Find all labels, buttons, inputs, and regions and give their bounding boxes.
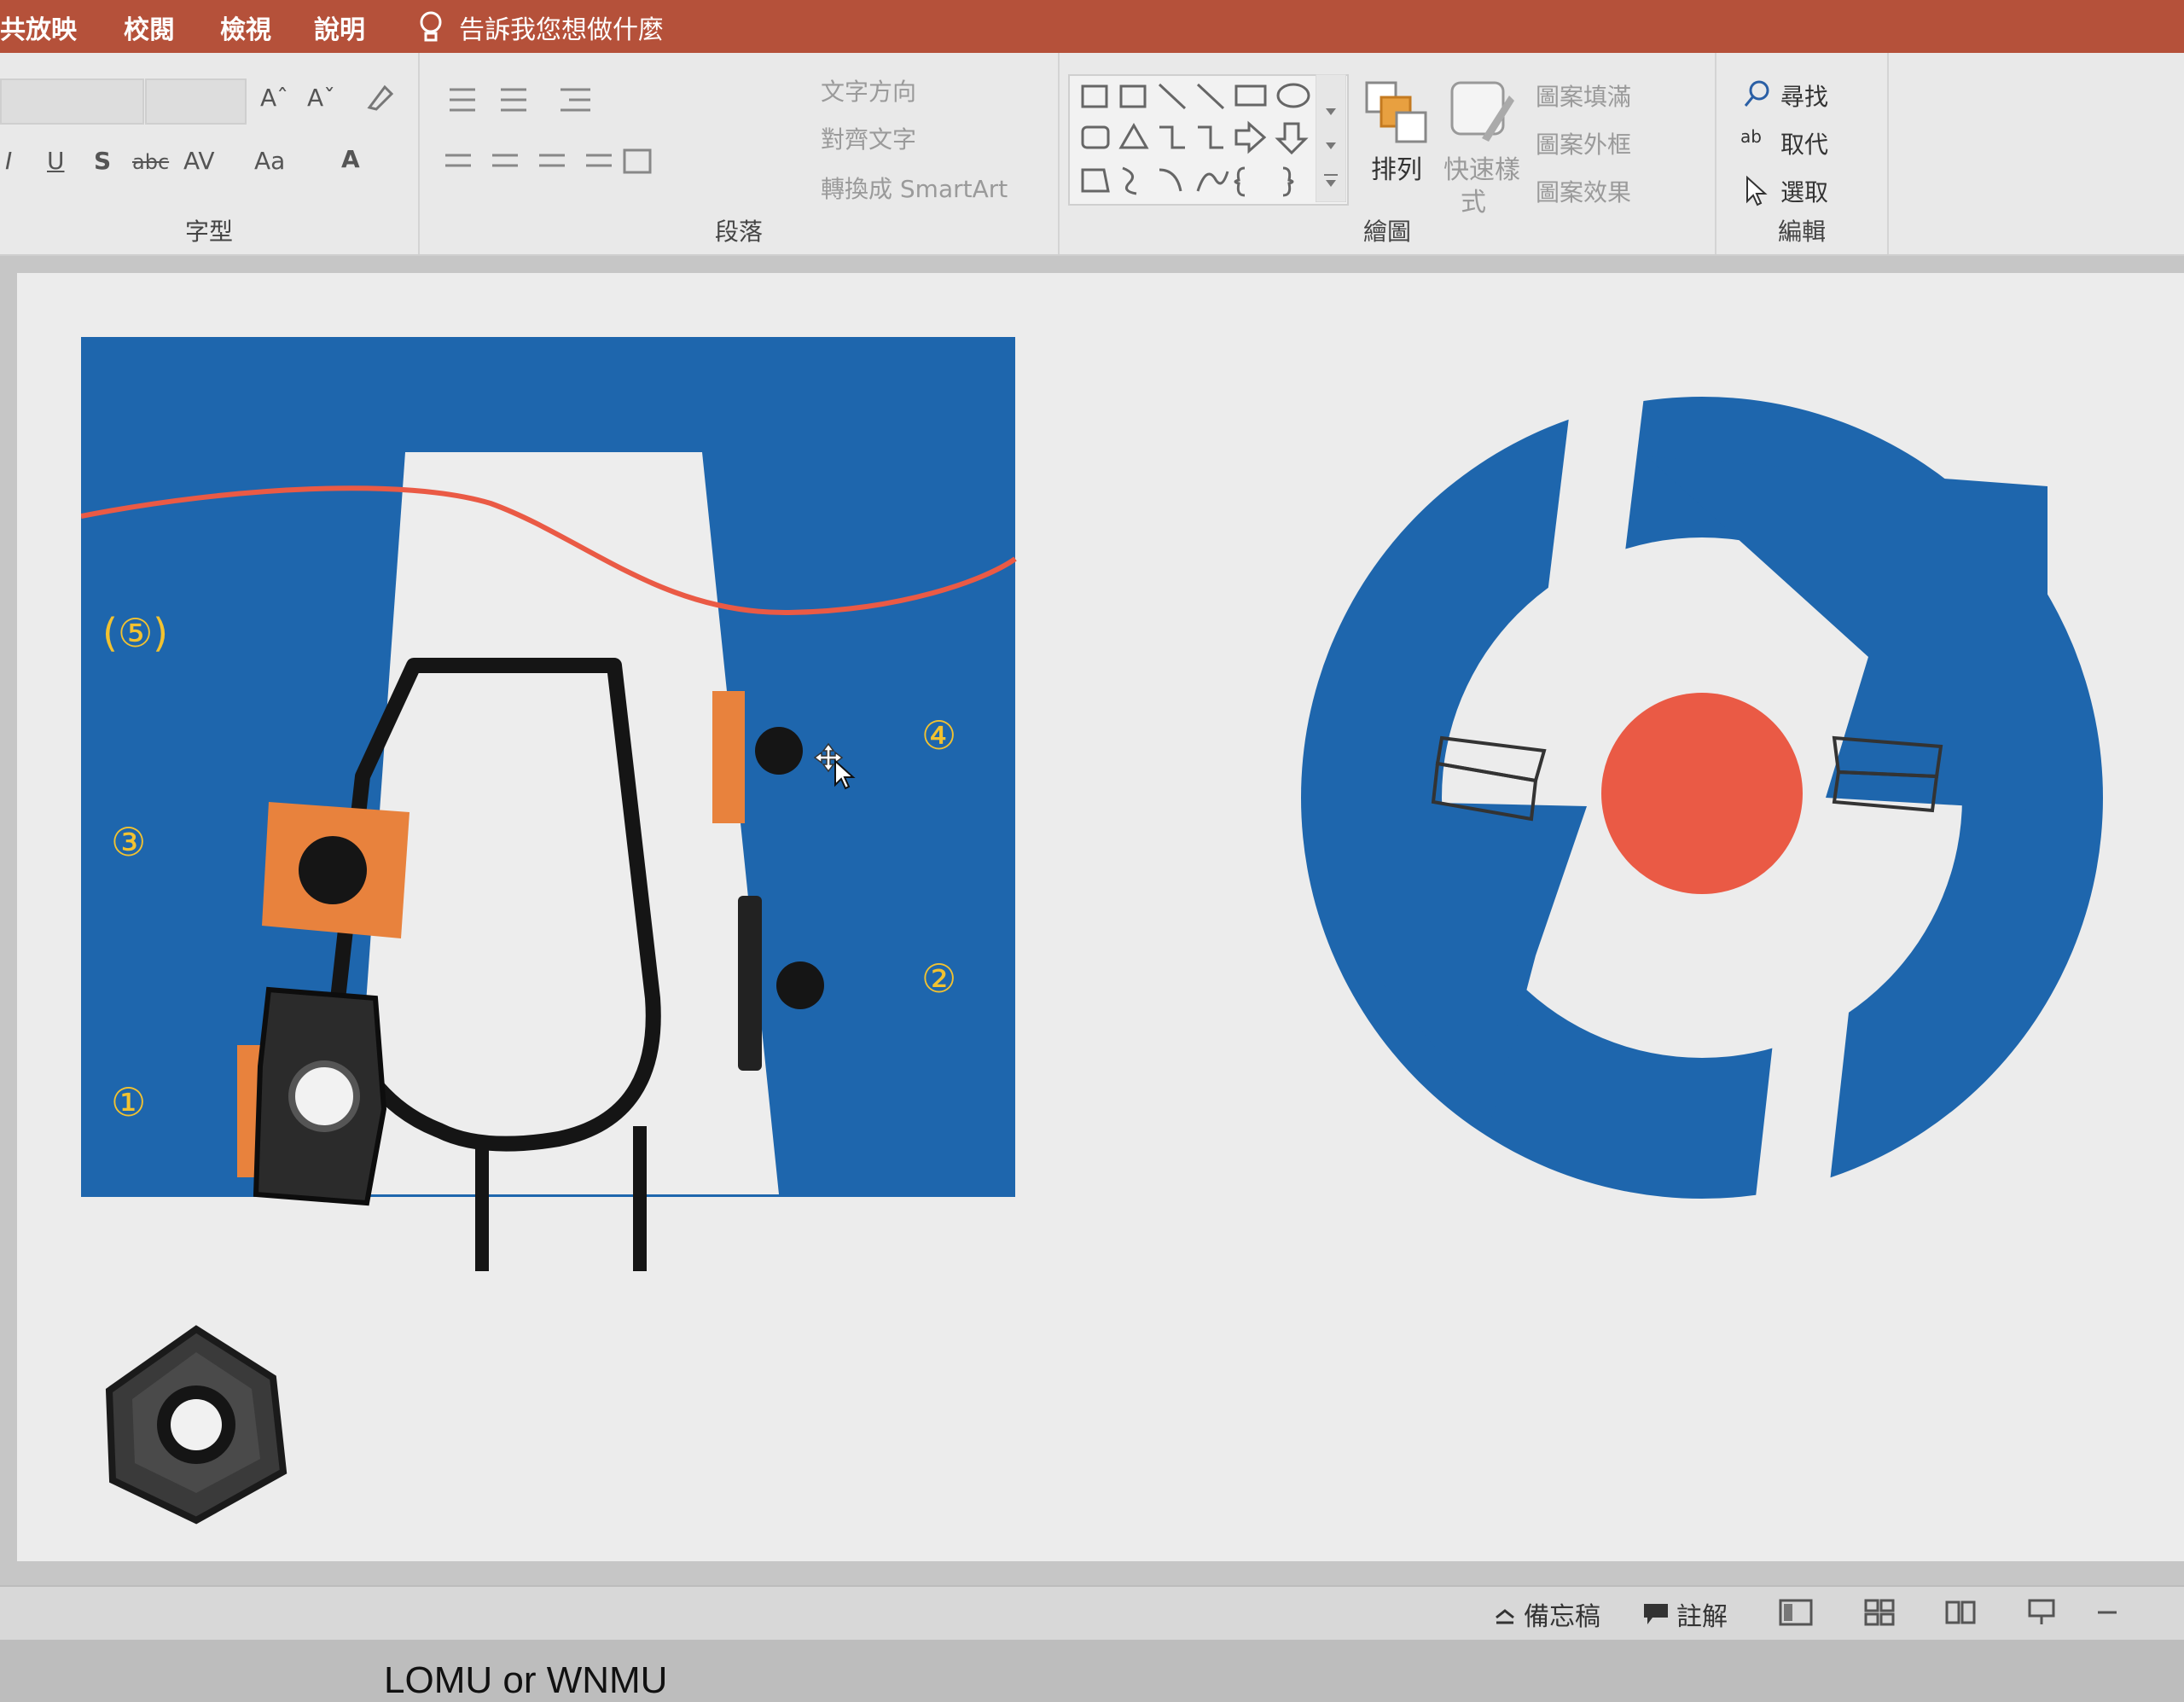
cursor-icon bbox=[1746, 176, 1768, 206]
paragraph-group: 文字方向 對齊文字 轉換成 SmartArt 段落 bbox=[420, 53, 1060, 254]
status-bar: 備忘稿 註解 bbox=[0, 1585, 2184, 1640]
find-button[interactable]: 尋找 bbox=[1780, 78, 1828, 113]
shape-fill-button[interactable]: 圖案填滿 bbox=[1536, 78, 1631, 113]
select-button[interactable]: 選取 bbox=[1780, 174, 1828, 208]
editing-group: 尋找 ab 取代 選取 編輯 bbox=[1716, 53, 1889, 254]
find-icon bbox=[1744, 80, 1769, 107]
label-3: ③ bbox=[111, 819, 147, 865]
comment-icon bbox=[1644, 1604, 1668, 1624]
shapes-gallery[interactable] bbox=[1068, 74, 1349, 206]
char-spacing-button[interactable]: AV bbox=[183, 147, 215, 175]
notes-label: 備忘稿 bbox=[1524, 1602, 1600, 1632]
font-color-button[interactable]: A bbox=[341, 145, 360, 173]
align-buttons-icon[interactable] bbox=[441, 147, 654, 181]
strikethrough-button[interactable]: abc bbox=[132, 150, 169, 174]
slide[interactable]: (⑤) ③ ④ ② ① LOMU or WNMU bbox=[17, 273, 2184, 1701]
grow-font-button[interactable]: Aˆ bbox=[260, 84, 288, 112]
label-4: ④ bbox=[921, 712, 957, 758]
tell-me-box[interactable]: 告訴我您想做什麼 bbox=[418, 9, 664, 46]
tab-view[interactable]: 檢視 bbox=[220, 9, 271, 46]
ribbon: Aˆ Aˇ I U S abc AV Aa A 字型 文字方向 對齊文字 轉換成… bbox=[0, 53, 2184, 256]
insert-2-body bbox=[738, 896, 762, 1071]
reading-view-icon[interactable] bbox=[1945, 1599, 1976, 1626]
slide-editing-area: (⑤) ③ ④ ② ① LOMU or WNMU bbox=[0, 256, 2184, 1701]
arrange-icon[interactable] bbox=[1362, 78, 1431, 147]
insert-4-plate bbox=[712, 691, 745, 823]
insert-1-hole bbox=[288, 1060, 360, 1132]
slide-sorter-icon[interactable] bbox=[1864, 1599, 1895, 1626]
underline-button[interactable]: U bbox=[47, 147, 65, 175]
clear-format-icon[interactable] bbox=[363, 80, 397, 114]
notes-icon bbox=[1496, 1609, 1514, 1624]
align-text-button[interactable]: 對齊文字 bbox=[821, 121, 916, 155]
text-direction-button[interactable]: 文字方向 bbox=[821, 73, 916, 107]
editing-group-label: 編輯 bbox=[1777, 218, 1826, 246]
convert-smartart-button[interactable]: 轉換成 SmartArt bbox=[821, 171, 1008, 205]
lightbulb-icon bbox=[420, 11, 442, 42]
replace-button[interactable]: 取代 bbox=[1780, 126, 1828, 160]
list-buttons-icon[interactable] bbox=[441, 83, 612, 117]
comments-label: 註解 bbox=[1676, 1602, 1728, 1632]
label-2: ② bbox=[921, 956, 957, 1002]
tell-me-text: 告訴我您想做什麼 bbox=[459, 15, 664, 45]
font-group: Aˆ Aˇ I U S abc AV Aa A 字型 bbox=[0, 53, 420, 254]
change-case-button[interactable]: Aa bbox=[254, 147, 285, 175]
replace-icon: ab bbox=[1740, 126, 1762, 147]
insert-2-hole bbox=[776, 961, 824, 1009]
label-5: (⑤) bbox=[102, 610, 169, 656]
insert-image bbox=[105, 1325, 288, 1525]
tab-help[interactable]: 說明 bbox=[314, 9, 365, 46]
gallery-scroll-icon[interactable] bbox=[1316, 74, 1346, 202]
quick-styles-icon[interactable] bbox=[1448, 78, 1516, 147]
insert-3-hole bbox=[299, 836, 367, 904]
milling-diagram bbox=[81, 337, 1017, 1271]
shape-effects-button[interactable]: 圖案效果 bbox=[1536, 174, 1631, 208]
slideshow-icon[interactable] bbox=[2026, 1599, 2057, 1626]
insert-4-hole bbox=[755, 727, 803, 775]
drawing-group: 排列 快速樣 式 圖案填滿 圖案外框 圖案效果 繪圖 bbox=[1060, 53, 1716, 254]
font-name-box[interactable] bbox=[0, 78, 144, 125]
italic-button[interactable]: I bbox=[5, 147, 12, 175]
tab-review[interactable]: 校閱 bbox=[124, 9, 175, 46]
font-group-label: 字型 bbox=[184, 218, 233, 246]
shadow-button[interactable]: S bbox=[94, 147, 111, 175]
paragraph-group-label: 段落 bbox=[714, 218, 763, 246]
arrange-button[interactable]: 排列 bbox=[1371, 148, 1422, 186]
font-size-box[interactable] bbox=[145, 78, 247, 125]
normal-view-icon[interactable] bbox=[1779, 1599, 1813, 1626]
comments-button[interactable]: 註解 bbox=[1642, 1595, 1728, 1633]
shape-outline-button[interactable]: 圖案外框 bbox=[1536, 126, 1631, 160]
menu-bar: 共放映 校閱 檢視 說明 告訴我您想做什麼 bbox=[0, 0, 2184, 53]
zoom-out-icon[interactable] bbox=[2094, 1599, 2120, 1626]
label-1: ① bbox=[111, 1079, 147, 1125]
insert-hole bbox=[171, 1399, 222, 1450]
notes-button[interactable]: 備忘稿 bbox=[1493, 1595, 1600, 1633]
tab-slideshow[interactable]: 共放映 bbox=[0, 9, 77, 46]
cutter-center-dot bbox=[1601, 693, 1803, 894]
shrink-font-button[interactable]: Aˇ bbox=[307, 84, 335, 112]
drawing-group-label: 繪圖 bbox=[1362, 218, 1411, 246]
cutter-diagram bbox=[1301, 375, 2103, 1220]
insert-caption: LOMU or WNMU bbox=[384, 1659, 668, 1701]
